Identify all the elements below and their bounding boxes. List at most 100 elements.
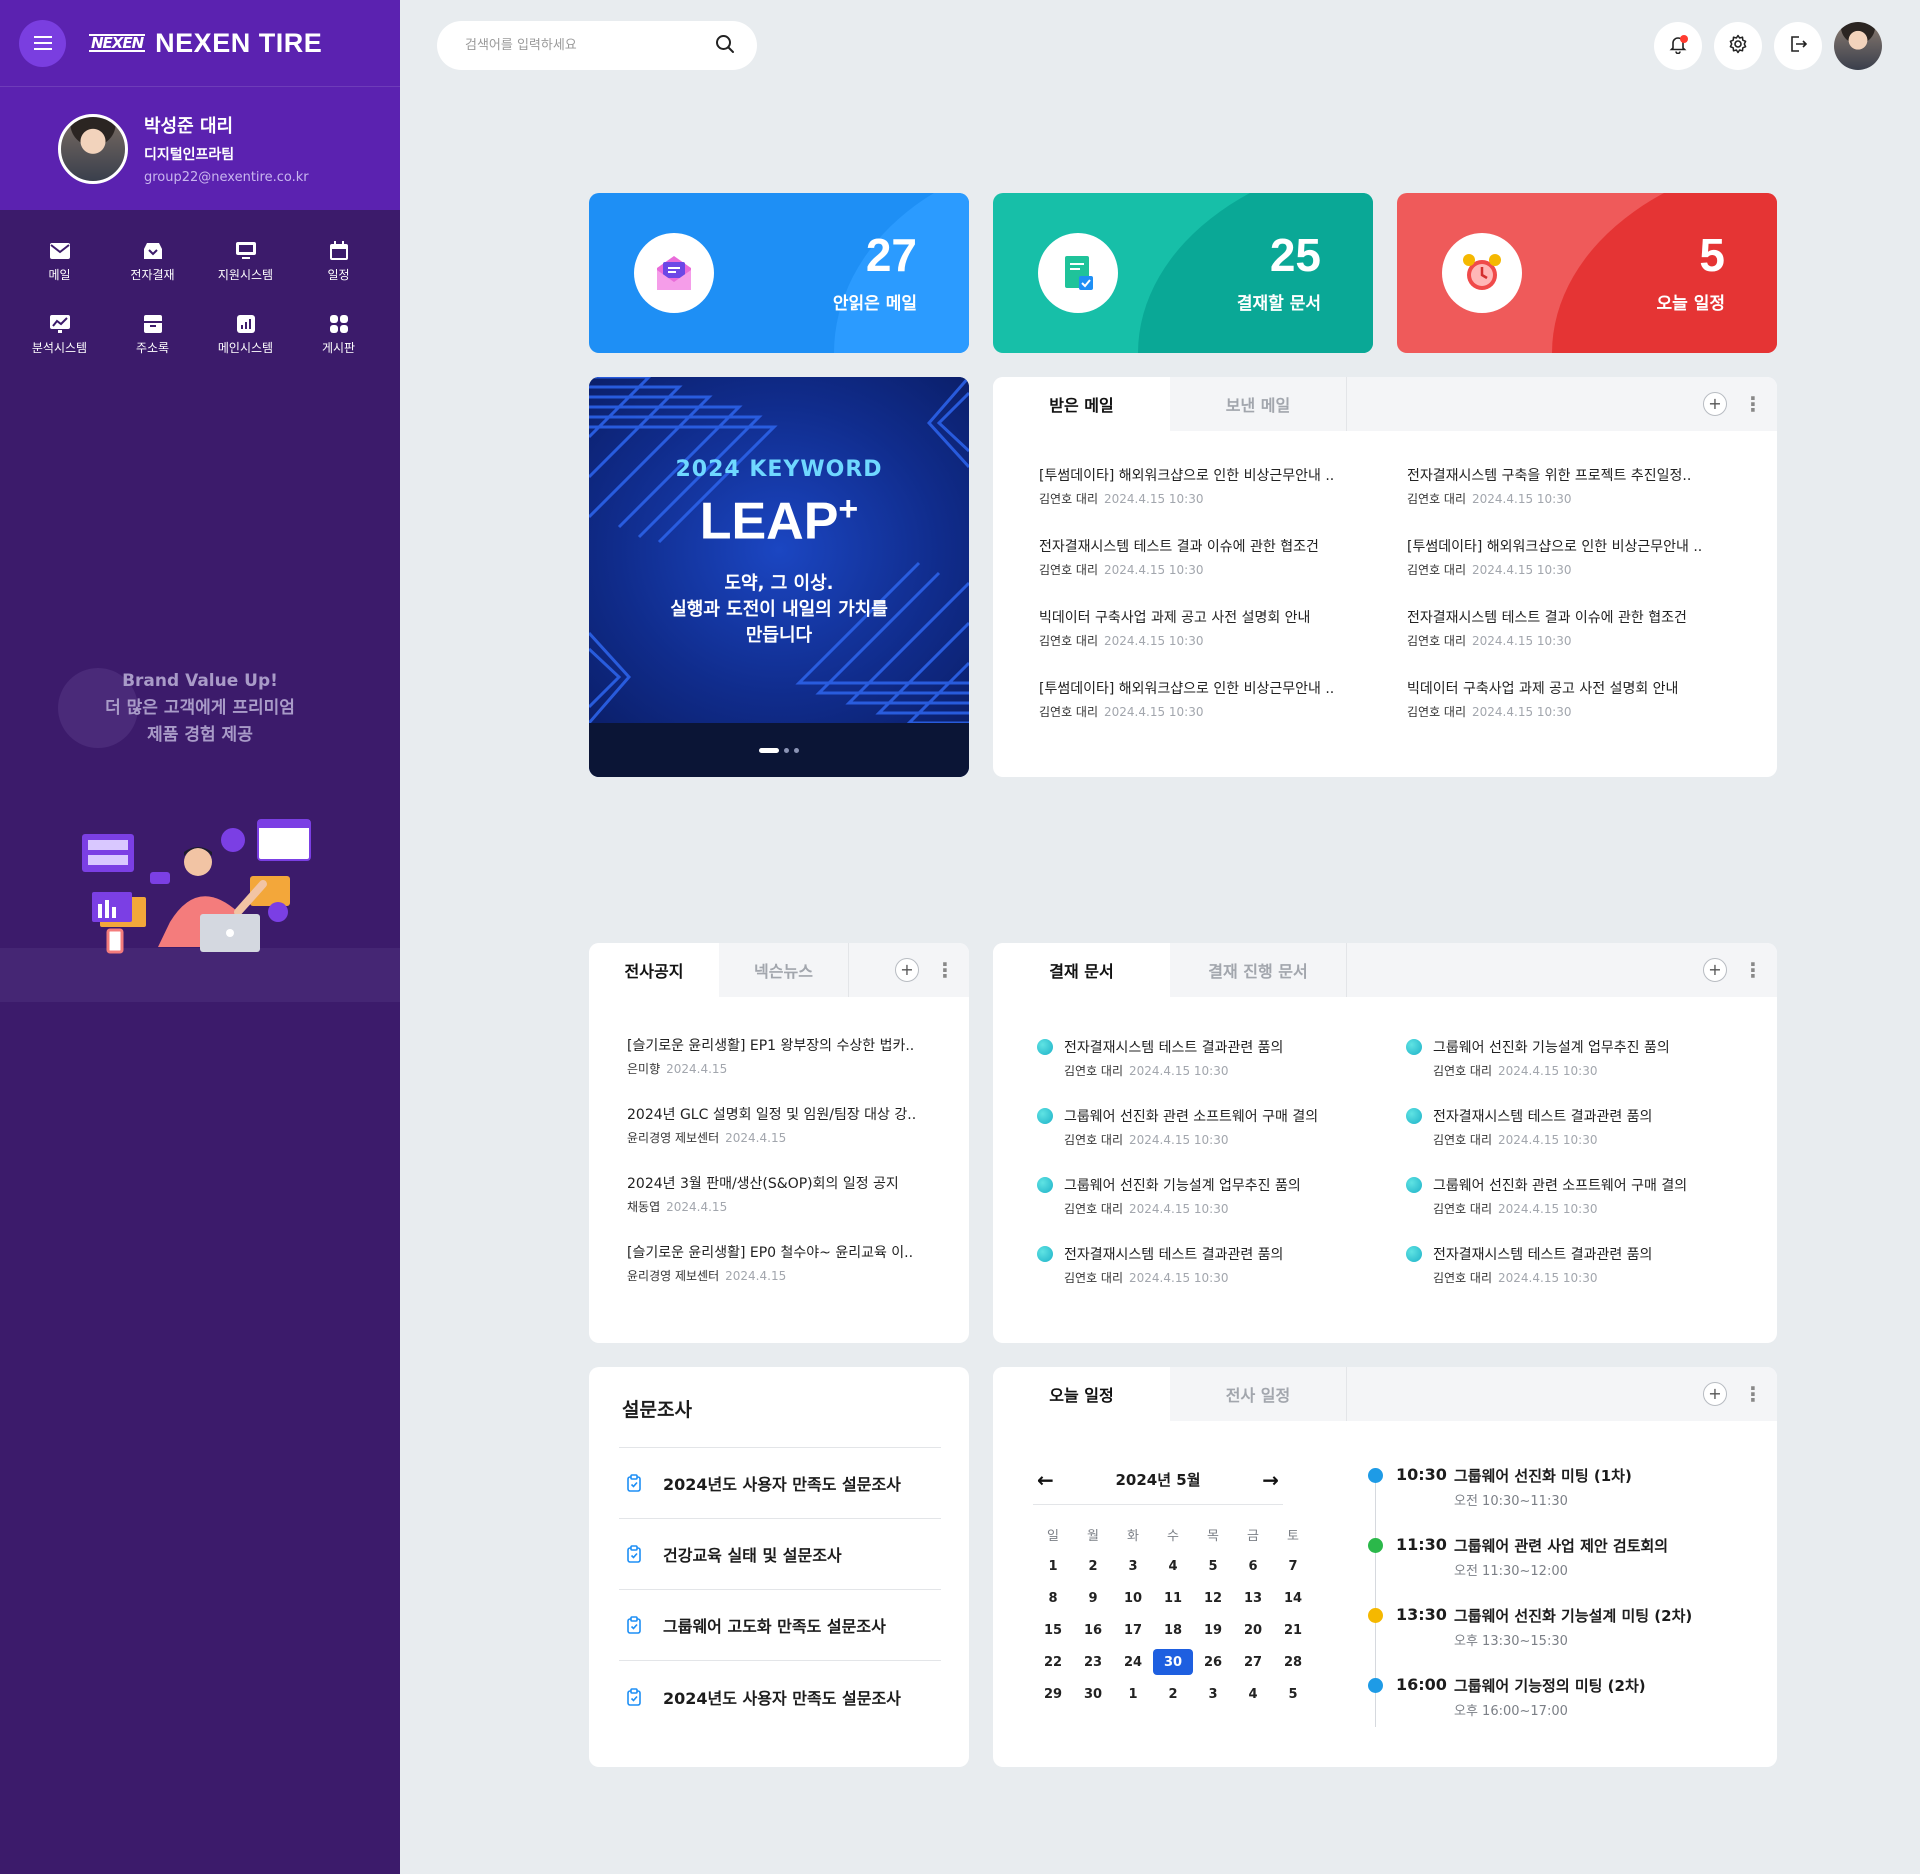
- calendar-day[interactable]: 12: [1193, 1585, 1233, 1611]
- hamburger-menu-button[interactable]: [19, 19, 66, 67]
- calendar-day[interactable]: 27: [1233, 1649, 1273, 1675]
- calendar-day[interactable]: 6: [1233, 1553, 1273, 1579]
- calendar-day[interactable]: 5: [1273, 1681, 1313, 1707]
- approval-item[interactable]: 그룹웨어 선진화 관련 소프트웨어 구매 결의 김연호 대리 2024.4.15 1…: [1037, 1106, 1406, 1148]
- add-button[interactable]: +: [1703, 392, 1727, 416]
- tab-nexen-news[interactable]: 넥슨뉴스: [719, 943, 849, 997]
- more-icon[interactable]: ⋮: [1743, 394, 1763, 414]
- stat-card-pending-approval[interactable]: 25 결재할 문서: [993, 193, 1373, 353]
- quick-menu-item-board[interactable]: 게시판: [292, 313, 385, 356]
- next-month-arrow-icon[interactable]: →: [1262, 1468, 1279, 1492]
- quick-menu-item-schedule[interactable]: 일정: [292, 240, 385, 283]
- calendar-day[interactable]: 23: [1073, 1649, 1113, 1675]
- approval-item[interactable]: 그룹웨어 선진화 기능설계 업무추진 품의 김연호 대리 2024.4.15 10:…: [1406, 1037, 1775, 1079]
- notice-item[interactable]: [슬기로운 윤리생활] EP1 왕부장의 수상한 법카.. 은미향 2024.4.1…: [627, 1035, 969, 1077]
- quick-menu-item-support[interactable]: 지원시스템: [199, 240, 292, 283]
- tab-sent-mail[interactable]: 보낸 메일: [1170, 377, 1347, 431]
- mail-item[interactable]: 빅데이터 구축사업 과제 공고 사전 설명회 안내 김연호 대리 2024.4.15…: [1407, 678, 1775, 720]
- tab-company-notice[interactable]: 전사공지: [589, 943, 719, 997]
- approval-item[interactable]: 그룹웨어 선진화 관련 소프트웨어 구매 결의 김연호 대리 2024.4.15 1…: [1406, 1175, 1775, 1217]
- mail-item[interactable]: [투썸데이타] 해외워크샵으로 인한 비상근무안내 .. 김연호 대리 2024.4…: [1039, 678, 1407, 720]
- mail-item[interactable]: 전자결재시스템 구축을 위한 프로젝트 추진일정.. 김연호 대리 2024.4.1…: [1407, 465, 1775, 507]
- mail-item[interactable]: 전자결재시스템 테스트 결과 이슈에 관한 협조건 김연호 대리 2024.4.15…: [1407, 607, 1775, 649]
- more-icon[interactable]: ⋮: [1743, 1384, 1763, 1404]
- user-avatar-button[interactable]: [1834, 22, 1882, 70]
- calendar-day[interactable]: 26: [1193, 1649, 1233, 1675]
- calendar-day[interactable]: 30: [1073, 1681, 1113, 1707]
- approval-item[interactable]: 전자결재시스템 테스트 결과관련 품의 김연호 대리 2024.4.15 10:30: [1037, 1037, 1406, 1079]
- more-icon[interactable]: ⋮: [935, 960, 955, 980]
- calendar-day[interactable]: 1: [1033, 1553, 1073, 1579]
- calendar-day[interactable]: 1: [1113, 1681, 1153, 1707]
- tab-company-schedule[interactable]: 전사 일정: [1170, 1367, 1347, 1421]
- calendar-day[interactable]: 8: [1033, 1585, 1073, 1611]
- tab-approval-docs[interactable]: 결재 문서: [993, 943, 1170, 997]
- calendar-day[interactable]: 15: [1033, 1617, 1073, 1643]
- calendar-day[interactable]: 7: [1273, 1553, 1313, 1579]
- stat-card-unread-mail[interactable]: 27 안읽은 메일: [589, 193, 969, 353]
- keyword-banner[interactable]: 2024 KEYWORD LEAP+ 도약, 그 이상. 실행과 도전이 내일의…: [589, 377, 969, 777]
- calendar-day[interactable]: 24: [1113, 1649, 1153, 1675]
- notification-button[interactable]: [1654, 22, 1702, 70]
- calendar-day[interactable]: 2: [1073, 1553, 1113, 1579]
- quick-menu-item-approval[interactable]: 전자결재: [106, 240, 199, 283]
- mail-item[interactable]: [투썸데이타] 해외워크샵으로 인한 비상근무안내 .. 김연호 대리 2024.4…: [1407, 536, 1775, 578]
- calendar-day[interactable]: 17: [1113, 1617, 1153, 1643]
- quick-menu-item-mail[interactable]: 메일: [13, 240, 106, 283]
- tab-received-mail[interactable]: 받은 메일: [993, 377, 1170, 431]
- logo[interactable]: NEXEN NEXEN TIRE: [89, 28, 322, 59]
- calendar-day[interactable]: 22: [1033, 1649, 1073, 1675]
- add-button[interactable]: +: [1703, 1382, 1727, 1406]
- calendar-day[interactable]: 29: [1033, 1681, 1073, 1707]
- mail-item[interactable]: 빅데이터 구축사업 과제 공고 사전 설명회 안내 김연호 대리 2024.4.15…: [1039, 607, 1407, 649]
- calendar-day[interactable]: 2: [1153, 1681, 1193, 1707]
- quick-menu-item-main-system[interactable]: 메인시스템: [199, 313, 292, 356]
- search-input[interactable]: [465, 38, 695, 53]
- notice-item[interactable]: [슬기로운 윤리생활] EP0 철수야~ 윤리교육 이.. 윤리경영 제보센터 20…: [627, 1242, 969, 1284]
- survey-item[interactable]: 2024년도 사용자 만족도 설문조사: [619, 1448, 941, 1519]
- survey-item[interactable]: 그룹웨어 고도화 만족도 설문조사: [619, 1590, 941, 1661]
- tab-approval-progress[interactable]: 결재 진행 문서: [1170, 943, 1347, 997]
- calendar-day-selected[interactable]: 30: [1153, 1649, 1193, 1675]
- schedule-event[interactable]: 16:00 그룹웨어 기능정의 미팅 (2차) 오후 16:00~17:00: [1368, 1675, 1692, 1719]
- survey-item[interactable]: 2024년도 사용자 만족도 설문조사: [619, 1661, 941, 1732]
- approval-item[interactable]: 전자결재시스템 테스트 결과관련 품의 김연호 대리 2024.4.15 10:30: [1406, 1106, 1775, 1148]
- calendar-day[interactable]: 13: [1233, 1585, 1273, 1611]
- tab-today-schedule[interactable]: 오늘 일정: [993, 1367, 1170, 1421]
- settings-button[interactable]: [1714, 22, 1762, 70]
- calendar-day[interactable]: 4: [1153, 1553, 1193, 1579]
- stat-card-today-schedule[interactable]: 5 오늘 일정: [1397, 193, 1777, 353]
- calendar-day[interactable]: 10: [1113, 1585, 1153, 1611]
- notice-item[interactable]: 2024년 3월 판매/생산(S&OP)회의 일정 공지 채동엽 2024.4.15: [627, 1173, 969, 1215]
- calendar-day[interactable]: 18: [1153, 1617, 1193, 1643]
- add-button[interactable]: +: [895, 958, 919, 982]
- mail-item[interactable]: [투썸데이타] 해외워크샵으로 인한 비상근무안내 .. 김연호 대리 2024.4…: [1039, 465, 1407, 507]
- calendar-day[interactable]: 4: [1233, 1681, 1273, 1707]
- calendar-day[interactable]: 28: [1273, 1649, 1313, 1675]
- calendar-day[interactable]: 14: [1273, 1585, 1313, 1611]
- quick-menu-item-analytics[interactable]: 분석시스템: [13, 313, 106, 356]
- calendar-day[interactable]: 16: [1073, 1617, 1113, 1643]
- calendar-day[interactable]: 3: [1113, 1553, 1153, 1579]
- schedule-event[interactable]: 10:30 그룹웨어 선진화 미팅 (1차) 오전 10:30~11:30: [1368, 1465, 1692, 1509]
- mail-item[interactable]: 전자결재시스템 테스트 결과 이슈에 관한 협조건 김연호 대리 2024.4.15…: [1039, 536, 1407, 578]
- logout-button[interactable]: [1774, 22, 1822, 70]
- schedule-event[interactable]: 11:30 그룹웨어 관련 사업 제안 검토회의 오전 11:30~12:00: [1368, 1535, 1692, 1579]
- pagination-dot[interactable]: [784, 747, 789, 753]
- calendar-day[interactable]: 19: [1193, 1617, 1233, 1643]
- approval-item[interactable]: 그룹웨어 선진화 기능설계 업무추진 품의 김연호 대리 2024.4.15 10:…: [1037, 1175, 1406, 1217]
- more-icon[interactable]: ⋮: [1743, 960, 1763, 980]
- approval-item[interactable]: 전자결재시스템 테스트 결과관련 품의 김연호 대리 2024.4.15 10:30: [1037, 1244, 1406, 1286]
- calendar-day[interactable]: 11: [1153, 1585, 1193, 1611]
- calendar-day[interactable]: 20: [1233, 1617, 1273, 1643]
- survey-item[interactable]: 건강교육 실태 및 설문조사: [619, 1519, 941, 1590]
- calendar-day[interactable]: 3: [1193, 1681, 1233, 1707]
- search-icon[interactable]: [715, 34, 735, 58]
- approval-item[interactable]: 전자결재시스템 테스트 결과관련 품의 김연호 대리 2024.4.15 10:30: [1406, 1244, 1775, 1286]
- pagination-dot-active[interactable]: [759, 747, 779, 753]
- quick-menu-item-contacts[interactable]: 주소록: [106, 313, 199, 356]
- calendar-day[interactable]: 9: [1073, 1585, 1113, 1611]
- add-button[interactable]: +: [1703, 958, 1727, 982]
- notice-item[interactable]: 2024년 GLC 설명회 일정 및 임원/팀장 대상 강.. 윤리경영 제보센터…: [627, 1104, 969, 1146]
- calendar-day[interactable]: 5: [1193, 1553, 1233, 1579]
